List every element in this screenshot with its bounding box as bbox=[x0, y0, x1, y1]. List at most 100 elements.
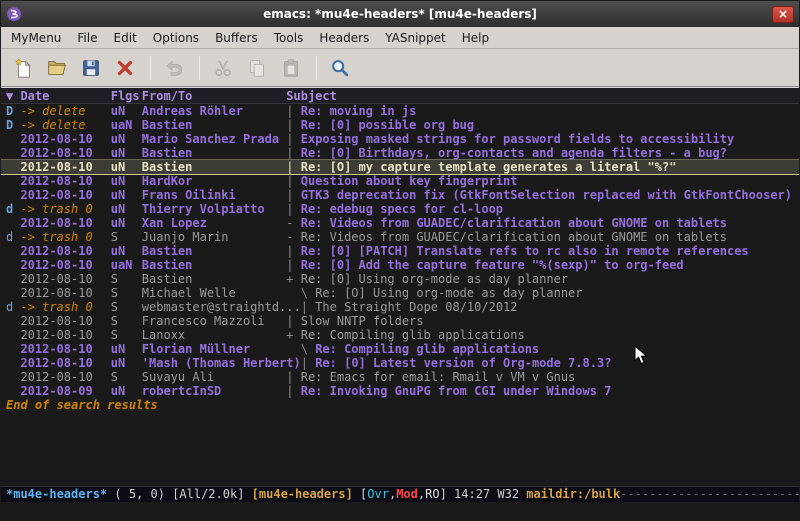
modeline-ovr: Ovr bbox=[367, 487, 389, 501]
message-row[interactable]: 2012-08-10SBastien+ Re: [0] Using org-mo… bbox=[1, 272, 799, 286]
message-thread-prefix: | bbox=[286, 118, 300, 132]
message-row[interactable]: d-> trash 0SJuanjo Marin- Re: Videos fro… bbox=[1, 230, 799, 244]
modeline-bufname: *mu4e-headers* bbox=[6, 487, 107, 501]
modeline-plain: ( 5, 0) bbox=[107, 487, 172, 501]
message-row[interactable]: 2012-08-10uNHardKor| Question about key … bbox=[1, 174, 799, 188]
menu-headers[interactable]: Headers bbox=[311, 29, 377, 47]
menu-edit[interactable]: Edit bbox=[106, 29, 145, 47]
message-subject: The Straight Dope 08/10/2012 bbox=[315, 300, 517, 314]
message-date: 2012-08-10 bbox=[20, 286, 110, 300]
message-subject: Re: moving in js bbox=[301, 104, 417, 118]
search-button[interactable] bbox=[324, 53, 356, 83]
message-from: Andreas Röhler bbox=[142, 104, 286, 118]
end-of-results: End of search results bbox=[1, 398, 799, 412]
modeline-maildir: maildir:/bulk bbox=[526, 487, 620, 501]
message-row[interactable]: 2012-08-10uNMario Sanchez Prada| Exposin… bbox=[1, 132, 799, 146]
save-button[interactable] bbox=[75, 53, 107, 83]
message-thread-prefix: | bbox=[286, 104, 300, 118]
message-from: Lanoxx bbox=[142, 328, 286, 342]
message-date: 2012-08-10 bbox=[20, 342, 110, 356]
message-subject: Re: [0] [PATCH] Translate refs to rc als… bbox=[301, 244, 749, 258]
message-thread-prefix: \ bbox=[286, 286, 315, 300]
message-mark bbox=[6, 174, 20, 188]
message-from: Xan Lopez bbox=[142, 216, 286, 230]
message-flags: uN bbox=[111, 244, 142, 258]
message-from: Juanjo Marin bbox=[142, 230, 286, 244]
message-from: Florian Müllner bbox=[142, 342, 286, 356]
message-flags: S bbox=[111, 286, 142, 300]
message-subject: Re: Videos from GUADEC/clarification abo… bbox=[301, 216, 727, 230]
message-row[interactable]: 2012-08-10uNBastien| Re: [0] [PATCH] Tra… bbox=[1, 244, 799, 258]
message-flags: uN bbox=[111, 342, 142, 356]
message-row[interactable]: 2012-08-10uNBastien| Re: [O] my capture … bbox=[1, 160, 799, 174]
message-row[interactable]: 2012-08-10uNFlorian Müllner \ Re: Compil… bbox=[1, 342, 799, 356]
menu-file[interactable]: File bbox=[69, 29, 105, 47]
message-row[interactable]: 2012-08-10uNBastien| Re: [0] Birthdays, … bbox=[1, 146, 799, 160]
column-header-subject[interactable]: Subject bbox=[286, 88, 337, 103]
modeline-mod: Mod bbox=[396, 487, 418, 501]
kill-buffer-icon bbox=[114, 57, 136, 79]
message-row[interactable]: d-> trash 0Swebmaster@straightd...| The … bbox=[1, 300, 799, 314]
message-flags: S bbox=[111, 314, 142, 328]
menu-yasnippet[interactable]: YASnippet bbox=[377, 29, 454, 47]
column-header-flags[interactable]: Flgs bbox=[111, 88, 142, 103]
message-row[interactable]: 2012-08-09uNrobertcInSD| Re: Invoking Gn… bbox=[1, 384, 799, 398]
message-subject: Re: Invoking GnuPG from CGI under Window… bbox=[301, 384, 612, 398]
message-flags: S bbox=[111, 230, 142, 244]
new-file-button[interactable] bbox=[7, 53, 39, 83]
message-flags: uN bbox=[111, 146, 142, 160]
message-from: Bastien bbox=[142, 118, 286, 132]
message-mark: D bbox=[6, 104, 20, 118]
message-row[interactable]: 2012-08-10uN'Mash (Thomas Herbert)| Re: … bbox=[1, 356, 799, 370]
message-thread-prefix: | bbox=[286, 370, 300, 384]
message-date: 2012-08-10 bbox=[20, 244, 110, 258]
menu-options[interactable]: Options bbox=[145, 29, 207, 47]
message-row[interactable]: d-> trash 0uNThierry Volpiatto| Re: edeb… bbox=[1, 202, 799, 216]
message-row[interactable]: 2012-08-10uNXan Lopez- Re: Videos from G… bbox=[1, 216, 799, 230]
message-subject: Re: Videos from GUADEC/clarification abo… bbox=[301, 230, 727, 244]
title-bar: emacs: *mu4e-headers* [mu4e-headers] × bbox=[1, 1, 799, 27]
message-date: 2012-08-10 bbox=[20, 216, 110, 230]
message-date: 2012-08-10 bbox=[20, 160, 110, 174]
message-subject: Slow NNTP folders bbox=[301, 314, 424, 328]
menu-buffers[interactable]: Buffers bbox=[207, 29, 266, 47]
kill-buffer-button[interactable] bbox=[109, 53, 141, 83]
message-from: Bastien bbox=[142, 258, 286, 272]
message-mark bbox=[6, 216, 20, 230]
message-mark bbox=[6, 188, 20, 202]
open-file-button[interactable] bbox=[41, 53, 73, 83]
message-row[interactable]: D-> deleteuaNBastien| Re: [0] possible o… bbox=[1, 118, 799, 132]
message-row[interactable]: 2012-08-10SLanoxx+ Re: Compiling glib ap… bbox=[1, 328, 799, 342]
message-row[interactable]: 2012-08-10SSuvayu Ali| Re: Emacs for ema… bbox=[1, 370, 799, 384]
message-mark bbox=[6, 258, 20, 272]
undo-button bbox=[158, 53, 190, 83]
message-thread-prefix: | bbox=[286, 188, 300, 202]
message-date: -> trash 0 bbox=[20, 230, 110, 244]
column-header-from[interactable]: From/To bbox=[142, 88, 286, 103]
menu-tools[interactable]: Tools bbox=[266, 29, 312, 47]
message-flags: uN bbox=[111, 160, 142, 174]
column-header-date[interactable]: Date bbox=[20, 88, 110, 103]
message-date: 2012-08-10 bbox=[20, 314, 110, 328]
menu-help[interactable]: Help bbox=[454, 29, 497, 47]
message-thread-prefix: | bbox=[286, 174, 300, 188]
menu-mymenu[interactable]: MyMenu bbox=[3, 29, 69, 47]
message-row[interactable]: 2012-08-10uaNBastien| Re: [0] Add the ca… bbox=[1, 258, 799, 272]
message-date: 2012-08-10 bbox=[20, 370, 110, 384]
message-row[interactable]: 2012-08-10SFrancesco Mazzoli| Slow NNTP … bbox=[1, 314, 799, 328]
sort-direction-icon: ▼ bbox=[6, 88, 20, 103]
message-mark bbox=[6, 370, 20, 384]
message-date: 2012-08-10 bbox=[20, 174, 110, 188]
message-flags: uN bbox=[111, 202, 142, 216]
message-flags: uN bbox=[111, 174, 142, 188]
message-row[interactable]: 2012-08-10SMichael Welle \ Re: [O] Using… bbox=[1, 286, 799, 300]
message-date: 2012-08-10 bbox=[20, 272, 110, 286]
message-date: -> delete bbox=[20, 104, 110, 118]
message-row[interactable]: 2012-08-10uNFrans Oilinki| GTK3 deprecat… bbox=[1, 188, 799, 202]
message-from: Bastien bbox=[142, 244, 286, 258]
mu4e-headers-buffer[interactable]: ▼ Date Flgs From/To Subject D-> deleteuN… bbox=[1, 87, 799, 486]
message-row[interactable]: D-> deleteuNAndreas Röhler| Re: moving i… bbox=[1, 104, 799, 118]
window-close-button[interactable]: × bbox=[772, 6, 794, 23]
message-subject: Question about key fingerprint bbox=[301, 174, 518, 188]
cut-icon bbox=[212, 57, 234, 79]
